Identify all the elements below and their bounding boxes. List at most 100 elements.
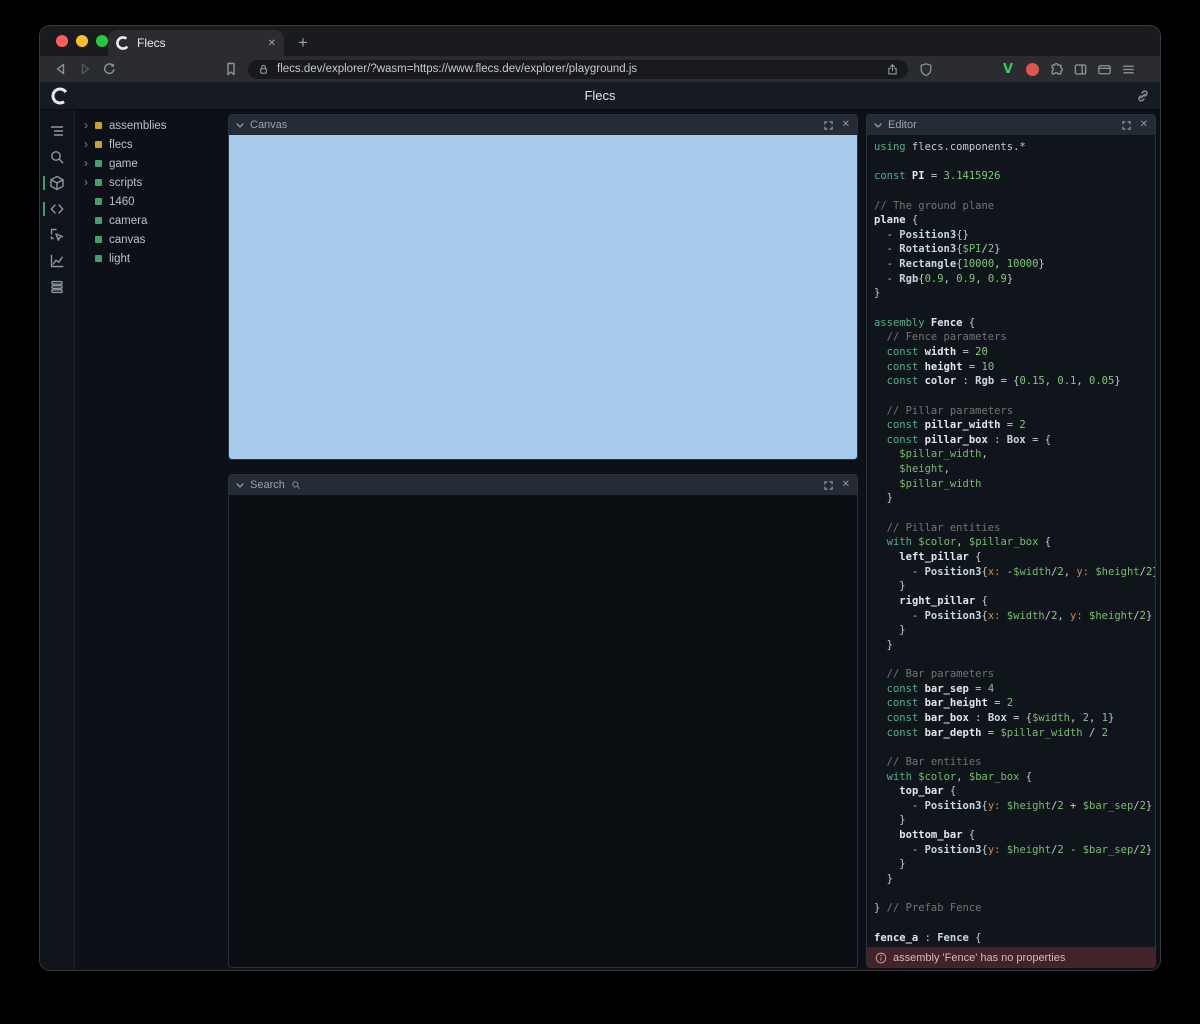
code-line: $pillar_width [874,477,1155,492]
brave-shield-icon[interactable] [914,58,938,80]
editor-panel-header: Editor ✕ [867,115,1155,135]
tree-item-scripts[interactable]: › scripts [76,173,226,192]
code-line: using flecs.components.* [874,140,1155,155]
code-line [874,506,1155,521]
search-icon[interactable] [40,144,74,170]
share-icon[interactable] [886,63,899,76]
expand-icon[interactable] [824,121,833,130]
code-line: - Position3{y: $height/2 - $bar_sep/2} [874,843,1155,858]
tree-item-game[interactable]: ›game [76,154,226,173]
code-line: } [874,286,1155,301]
code-line: plane { [874,213,1155,228]
info-icon [875,952,887,964]
tree-item-label: flecs [109,139,133,151]
stats-chart-icon[interactable] [40,248,74,274]
code-line: } [874,813,1155,828]
tab-close-icon[interactable]: ✕ [268,38,276,49]
code-line: left_pillar { [874,550,1155,565]
close-icon[interactable]: ✕ [842,480,850,490]
tree-item-1460[interactable]: 1460 [76,192,226,211]
address-bar[interactable]: flecs.dev/explorer/?wasm=https://www.fle… [248,60,908,79]
tab-favicon [116,36,130,50]
tree-item-flecs[interactable]: › flecs [76,135,226,154]
tree-item-light[interactable]: light [76,249,226,268]
expander-icon[interactable]: › [84,158,95,169]
outline-icon[interactable] [40,118,74,144]
reload-button[interactable] [98,58,120,80]
inspector-cursor-icon[interactable] [40,222,74,248]
browser-window: Flecs ✕ + [40,26,1160,970]
code-line: // Pillar parameters [874,404,1155,419]
entity-color-swatch [95,160,102,167]
expand-icon[interactable] [1122,121,1131,130]
search-panel-title: Search [250,479,285,491]
code-line: const pillar_width = 2 [874,418,1155,433]
code-line: fence_a : Fence { [874,931,1155,946]
code-line: } [874,638,1155,653]
browser-toolbar: flecs.dev/explorer/?wasm=https://www.fle… [40,56,1160,82]
bookmark-icon[interactable] [220,58,242,80]
desktop: Flecs ✕ + [0,0,1200,1024]
link-icon[interactable] [1136,89,1150,103]
code-line [874,740,1155,755]
editor-panel-title: Editor [888,119,917,131]
code-line: const bar_depth = $pillar_width / 2 [874,726,1155,741]
search-panel-header: Search ✕ [229,475,857,495]
code-line: // Pillar entities [874,521,1155,536]
code-line: // Fence parameters [874,330,1155,345]
wallet-icon[interactable] [1092,58,1116,80]
code-line: } [874,872,1155,887]
tree-item-canvas[interactable]: canvas [76,230,226,249]
editor-panel: Editor ✕ using flecs.components.* const … [866,114,1156,968]
close-icon[interactable]: ✕ [1140,120,1148,130]
entity-tree: ›assemblies›flecs›game›scripts1460camera… [76,116,226,268]
entities-cube-icon[interactable] [40,170,74,196]
icon-sidebar [40,110,75,970]
code-area[interactable]: using flecs.components.* const PI = 3.14… [867,135,1155,945]
code-icon[interactable] [40,196,74,222]
code-line [874,184,1155,199]
chevron-down-icon[interactable] [874,122,882,129]
entity-color-swatch [95,141,102,148]
code-line: assembly Fence { [874,316,1155,331]
chevron-down-icon[interactable] [236,482,244,489]
code-line: - Rotation3{$PI/2} [874,242,1155,257]
tab-bar: Flecs ✕ + [40,26,1160,56]
chevron-down-icon[interactable] [236,122,244,129]
vimium-extension-icon[interactable]: V [996,58,1020,80]
red-dot-extension-icon[interactable] [1020,58,1044,80]
app-title: Flecs [584,88,615,103]
entity-color-swatch [95,198,102,205]
canvas-viewport[interactable] [229,135,857,460]
tree-item-assemblies[interactable]: ›assemblies [76,116,226,135]
commands-stack-icon[interactable] [40,274,74,300]
tree-item-label: scripts [109,177,142,189]
sidebar-toggle-icon[interactable] [1068,58,1092,80]
zoom-window-button[interactable] [96,35,108,47]
expander-icon[interactable]: › [84,120,95,131]
back-button[interactable] [50,58,72,80]
tree-item-camera[interactable]: camera [76,211,226,230]
code-line: right_pillar { [874,594,1155,609]
code-line: const PI = 3.1415926 [874,169,1155,184]
code-line [874,155,1155,170]
expand-icon[interactable] [824,481,833,490]
extensions-puzzle-icon[interactable] [1044,58,1068,80]
code-line: const height = 10 [874,360,1155,375]
entity-color-swatch [95,217,102,224]
browser-tab[interactable]: Flecs ✕ [108,30,284,56]
code-line: const bar_box : Box = {$width, 2, 1} [874,711,1155,726]
code-line: - Position3{} [874,228,1155,243]
code-line: // Bar parameters [874,667,1155,682]
close-window-button[interactable] [56,35,68,47]
new-tab-button[interactable]: + [298,34,308,52]
search-results-area[interactable] [229,495,857,968]
menu-icon[interactable] [1116,58,1140,80]
minimize-window-button[interactable] [76,35,88,47]
lock-icon [257,63,270,76]
forward-button[interactable] [74,58,96,80]
expander-icon[interactable]: › [84,139,95,150]
close-icon[interactable]: ✕ [842,120,850,130]
expander-icon[interactable]: › [84,177,95,188]
code-line: with $color, $pillar_box { [874,535,1155,550]
